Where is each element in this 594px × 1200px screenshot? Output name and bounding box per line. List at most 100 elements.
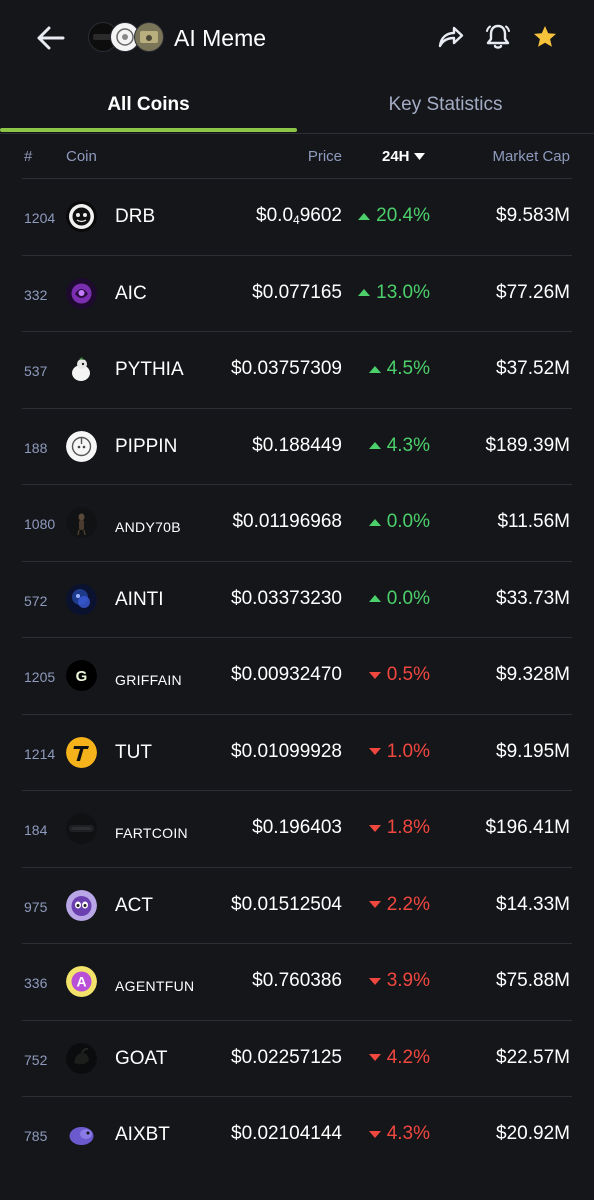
coin-change: 13.0% bbox=[358, 282, 430, 304]
coin-change: 20.4% bbox=[358, 205, 430, 227]
coin-market-cap: $75.88M bbox=[496, 970, 570, 991]
triangle-down-icon bbox=[368, 671, 381, 679]
coin-change-value: 0.5% bbox=[386, 664, 430, 685]
star-icon bbox=[534, 26, 556, 47]
price-main: $0.077165 bbox=[252, 281, 342, 303]
table-row[interactable]: 572 AINTI $0.03373230 0.0% $33.73M bbox=[0, 562, 594, 638]
coin-price: $0.01196968 bbox=[232, 511, 342, 533]
coin-market-cap: $189.39M bbox=[485, 434, 570, 456]
agentfun-coin-icon: A bbox=[66, 966, 97, 997]
table-row[interactable]: 336 A AGENTFUN $0.760386 3.9% $75.88M bbox=[0, 944, 594, 1021]
act-coin-icon bbox=[66, 889, 97, 921]
svg-text:A: A bbox=[76, 974, 86, 990]
price-main: $0.760386 bbox=[252, 970, 342, 991]
price-main: $0.196403 bbox=[252, 817, 342, 838]
table-row[interactable]: 188 PIPPIN $0.188449 4.3% $189.39M bbox=[0, 409, 594, 485]
share-button[interactable] bbox=[436, 22, 466, 52]
coin-change: 4.5% bbox=[368, 358, 430, 380]
back-button[interactable] bbox=[34, 22, 68, 54]
coin-rank: 975 bbox=[24, 898, 48, 915]
coin-price: $0.01512504 bbox=[231, 894, 342, 916]
table-row[interactable]: 1204 DRB $0.049602 20.4% $9.583M bbox=[0, 179, 594, 256]
coin-symbol: AGENTFUN bbox=[115, 978, 195, 994]
table-row[interactable]: 752 GOAT $0.02257125 4.2% $22.57M bbox=[0, 1021, 594, 1097]
coin-change-value: 3.9% bbox=[386, 970, 430, 991]
coin-symbol: AIC bbox=[115, 282, 147, 304]
table-row[interactable]: 537 PYTHIA $0.03757309 4.5% $37.52M bbox=[0, 332, 594, 409]
table-row[interactable]: 1080 ANDY70B $0.01196968 0.0% $11.56M bbox=[0, 485, 594, 562]
triangle-up-icon bbox=[358, 289, 371, 296]
coin-price: $0.760386 bbox=[252, 970, 342, 992]
griffain-coin-icon: G bbox=[66, 660, 97, 691]
coin-price: $0.03373230 bbox=[231, 588, 342, 610]
triangle-up-icon bbox=[368, 595, 381, 602]
price-rest: 9602 bbox=[299, 205, 342, 226]
coin-change-value: 4.2% bbox=[386, 1046, 430, 1068]
coin-symbol: ANDY70B bbox=[115, 519, 181, 535]
coin-market-cap: $11.56M bbox=[497, 511, 570, 532]
table-row[interactable]: 975 ACT $0.01512504 2.2% $14.33M bbox=[0, 868, 594, 944]
price-zero-count: 4 bbox=[293, 213, 300, 227]
triangle-down-icon bbox=[368, 748, 381, 755]
coin-price: $0.01099928 bbox=[231, 741, 342, 763]
coin-change: 3.9% bbox=[368, 970, 430, 992]
tab-key-statistics[interactable]: Key Statistics bbox=[297, 76, 594, 134]
coin-price: $0.02257125 bbox=[231, 1047, 342, 1069]
svg-text:G: G bbox=[76, 668, 88, 685]
coin-symbol: PIPPIN bbox=[115, 435, 178, 457]
coin-market-cap: $20.92M bbox=[496, 1123, 570, 1144]
coin-rank: 1080 bbox=[24, 516, 56, 532]
notification-button[interactable] bbox=[483, 22, 513, 52]
coin-price: $0.00932470 bbox=[231, 664, 342, 686]
coin-change: 4.3% bbox=[368, 1123, 430, 1145]
column-24h[interactable]: 24H bbox=[382, 148, 425, 166]
aixbt-coin-icon bbox=[66, 1119, 97, 1150]
coin-rank: 188 bbox=[24, 439, 48, 456]
coin-symbol: AINTI bbox=[115, 588, 164, 610]
coin-change-value: 4.3% bbox=[386, 434, 430, 456]
coin-rank: 537 bbox=[24, 363, 48, 379]
coin-change-value: 20.4% bbox=[376, 205, 430, 226]
sort-down-icon bbox=[413, 153, 425, 160]
column-coin[interactable]: Coin bbox=[66, 148, 97, 166]
coin-change-value: 1.8% bbox=[386, 817, 430, 838]
category-logo-3 bbox=[134, 22, 164, 52]
coin-symbol: FARTCOIN bbox=[115, 825, 188, 841]
column-rank[interactable]: # bbox=[24, 148, 32, 166]
triangle-down-icon bbox=[368, 824, 381, 832]
price-main: $0.01099928 bbox=[231, 740, 342, 762]
price-main: $0.188449 bbox=[252, 434, 342, 456]
coin-symbol: PYTHIA bbox=[115, 359, 184, 380]
coin-change: 0.0% bbox=[368, 588, 430, 610]
price-main: $0.02104144 bbox=[231, 1123, 342, 1144]
coin-symbol: GOAT bbox=[115, 1047, 168, 1069]
triangle-up-icon bbox=[358, 212, 371, 220]
aic-coin-icon bbox=[66, 277, 97, 309]
table-row[interactable]: 1214 TUT $0.01099928 1.0% $9.195M bbox=[0, 715, 594, 791]
ainti-coin-icon bbox=[66, 583, 97, 615]
coin-market-cap: $33.73M bbox=[496, 587, 570, 609]
column-market-cap[interactable]: Market Cap bbox=[492, 148, 570, 166]
coin-market-cap: $196.41M bbox=[485, 817, 570, 838]
table-row[interactable]: 785 AIXBT $0.02104144 4.3% $20.92M bbox=[0, 1097, 594, 1174]
tab-all-coins[interactable]: All Coins bbox=[0, 76, 297, 134]
bell-icon bbox=[486, 24, 510, 49]
andy70b-coin-icon bbox=[66, 507, 97, 538]
triangle-up-icon bbox=[368, 518, 381, 526]
coin-change: 4.3% bbox=[368, 434, 430, 457]
column-price[interactable]: Price bbox=[308, 148, 342, 166]
table-row[interactable]: 1205 G GRIFFAIN $0.00932470 0.5% $9.328M bbox=[0, 638, 594, 715]
coin-change-value: 2.2% bbox=[386, 893, 430, 915]
coin-symbol: DRB bbox=[115, 206, 156, 227]
coin-change-value: 1.0% bbox=[386, 740, 430, 762]
tut-coin-icon bbox=[66, 736, 97, 768]
table-row[interactable]: 332 AIC $0.077165 13.0% $77.26M bbox=[0, 256, 594, 332]
table-row[interactable]: 184 FARTCOIN $0.196403 1.8% $196.41M bbox=[0, 791, 594, 868]
fartcoin-coin-icon bbox=[66, 813, 97, 844]
coin-rank: 752 bbox=[24, 1051, 48, 1068]
favorite-button[interactable] bbox=[530, 22, 560, 52]
category-logos bbox=[88, 22, 168, 54]
triangle-down-icon bbox=[368, 1054, 381, 1061]
drb-coin-icon bbox=[66, 201, 97, 232]
coin-change-value: 4.3% bbox=[386, 1123, 430, 1144]
